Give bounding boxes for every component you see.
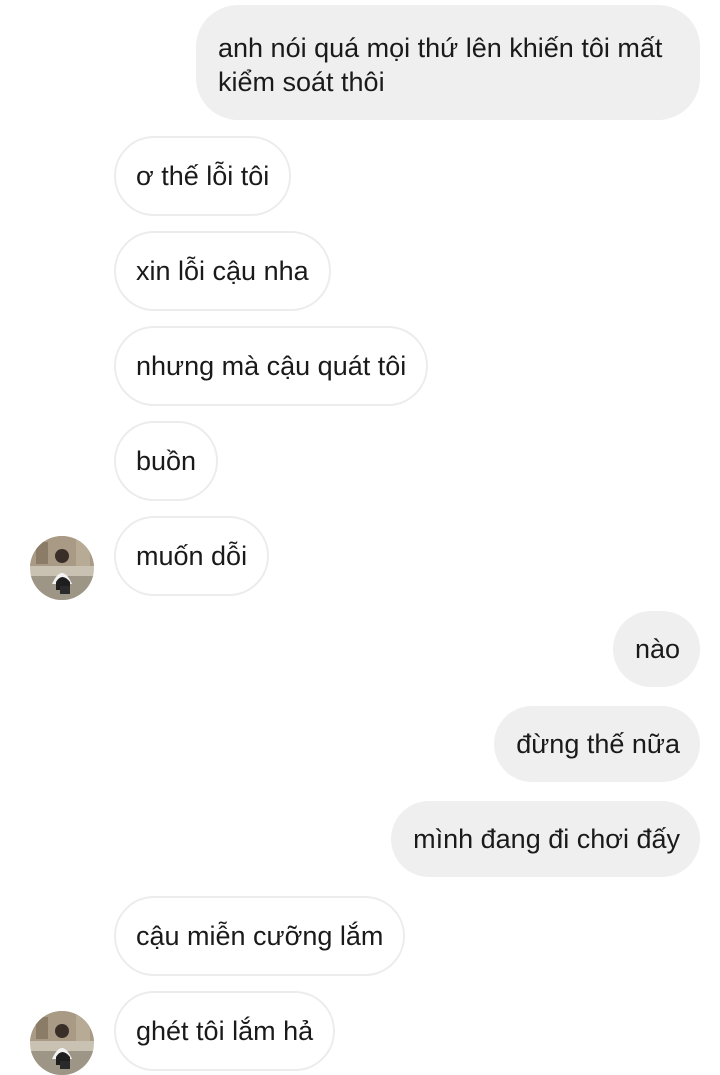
received-message[interactable]: xin lỗi cậu nha [114,231,331,311]
received-message[interactable]: nhưng mà cậu quát tôi [114,326,429,406]
received-message[interactable]: cậu miễn cưỡng lắm [114,896,406,976]
received-message[interactable]: ghét tôi lắm hả [114,991,336,1071]
contact-photo-icon [30,1011,94,1075]
received-message[interactable]: buồn [114,421,219,501]
sent-message[interactable]: mình đang đi chơi đấy [391,801,700,877]
contact-photo-icon [30,536,94,600]
contact-avatar[interactable] [30,1011,94,1075]
message-thread[interactable]: anh nói quá mọi thứ lên khiến tôi mất ki… [0,0,720,1075]
sent-message[interactable]: đừng thế nữa [494,706,700,782]
received-message[interactable]: muốn dỗi [114,516,270,596]
sent-message[interactable]: anh nói quá mọi thứ lên khiến tôi mất ki… [196,5,700,120]
contact-avatar[interactable] [30,536,94,600]
sent-message[interactable]: nào [612,611,700,687]
received-message[interactable]: ơ thế lỗi tôi [114,136,292,216]
